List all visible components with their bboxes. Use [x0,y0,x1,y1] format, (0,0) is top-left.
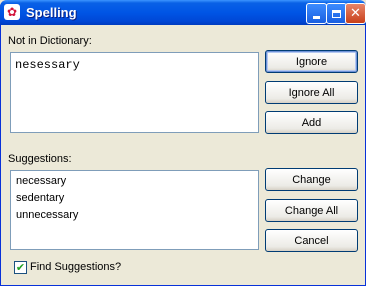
window-title: Spelling [26,5,77,20]
ignore-button[interactable]: Ignore [265,50,358,73]
maximize-icon [332,9,341,18]
misspelled-word-field[interactable]: nesessary [10,52,259,133]
spellcheck-icon: ✿ [4,4,20,20]
find-suggestions-checkbox[interactable]: ✔ [14,261,27,274]
suggestions-list[interactable]: necessary sedentary unnecessary [10,170,259,250]
change-all-button[interactable]: Change All [265,199,358,222]
add-button[interactable]: Add [265,111,358,134]
close-icon: ✕ [350,6,361,21]
not-in-dictionary-label: Not in Dictionary: [8,35,92,47]
change-button[interactable]: Change [265,168,358,191]
suggestions-label: Suggestions: [8,153,72,165]
find-suggestions-label[interactable]: Find Suggestions? [30,261,121,273]
suggestion-item[interactable]: necessary [16,175,66,187]
spelling-dialog: ✿ Spelling ✕ Not in Dictionary: nesessar… [0,0,366,286]
checkmark-icon: ✔ [15,261,26,274]
ignore-all-button[interactable]: Ignore All [265,81,358,104]
suggestion-item[interactable]: unnecessary [16,209,78,221]
cancel-button[interactable]: Cancel [265,229,358,252]
title-bar[interactable]: ✿ Spelling ✕ [0,0,366,25]
maximize-button[interactable] [326,3,347,24]
close-button[interactable]: ✕ [345,3,366,24]
minimize-icon [313,16,320,19]
suggestion-item[interactable]: sedentary [16,192,64,204]
minimize-button[interactable] [306,3,327,24]
misspelled-word: nesessary [15,58,80,72]
